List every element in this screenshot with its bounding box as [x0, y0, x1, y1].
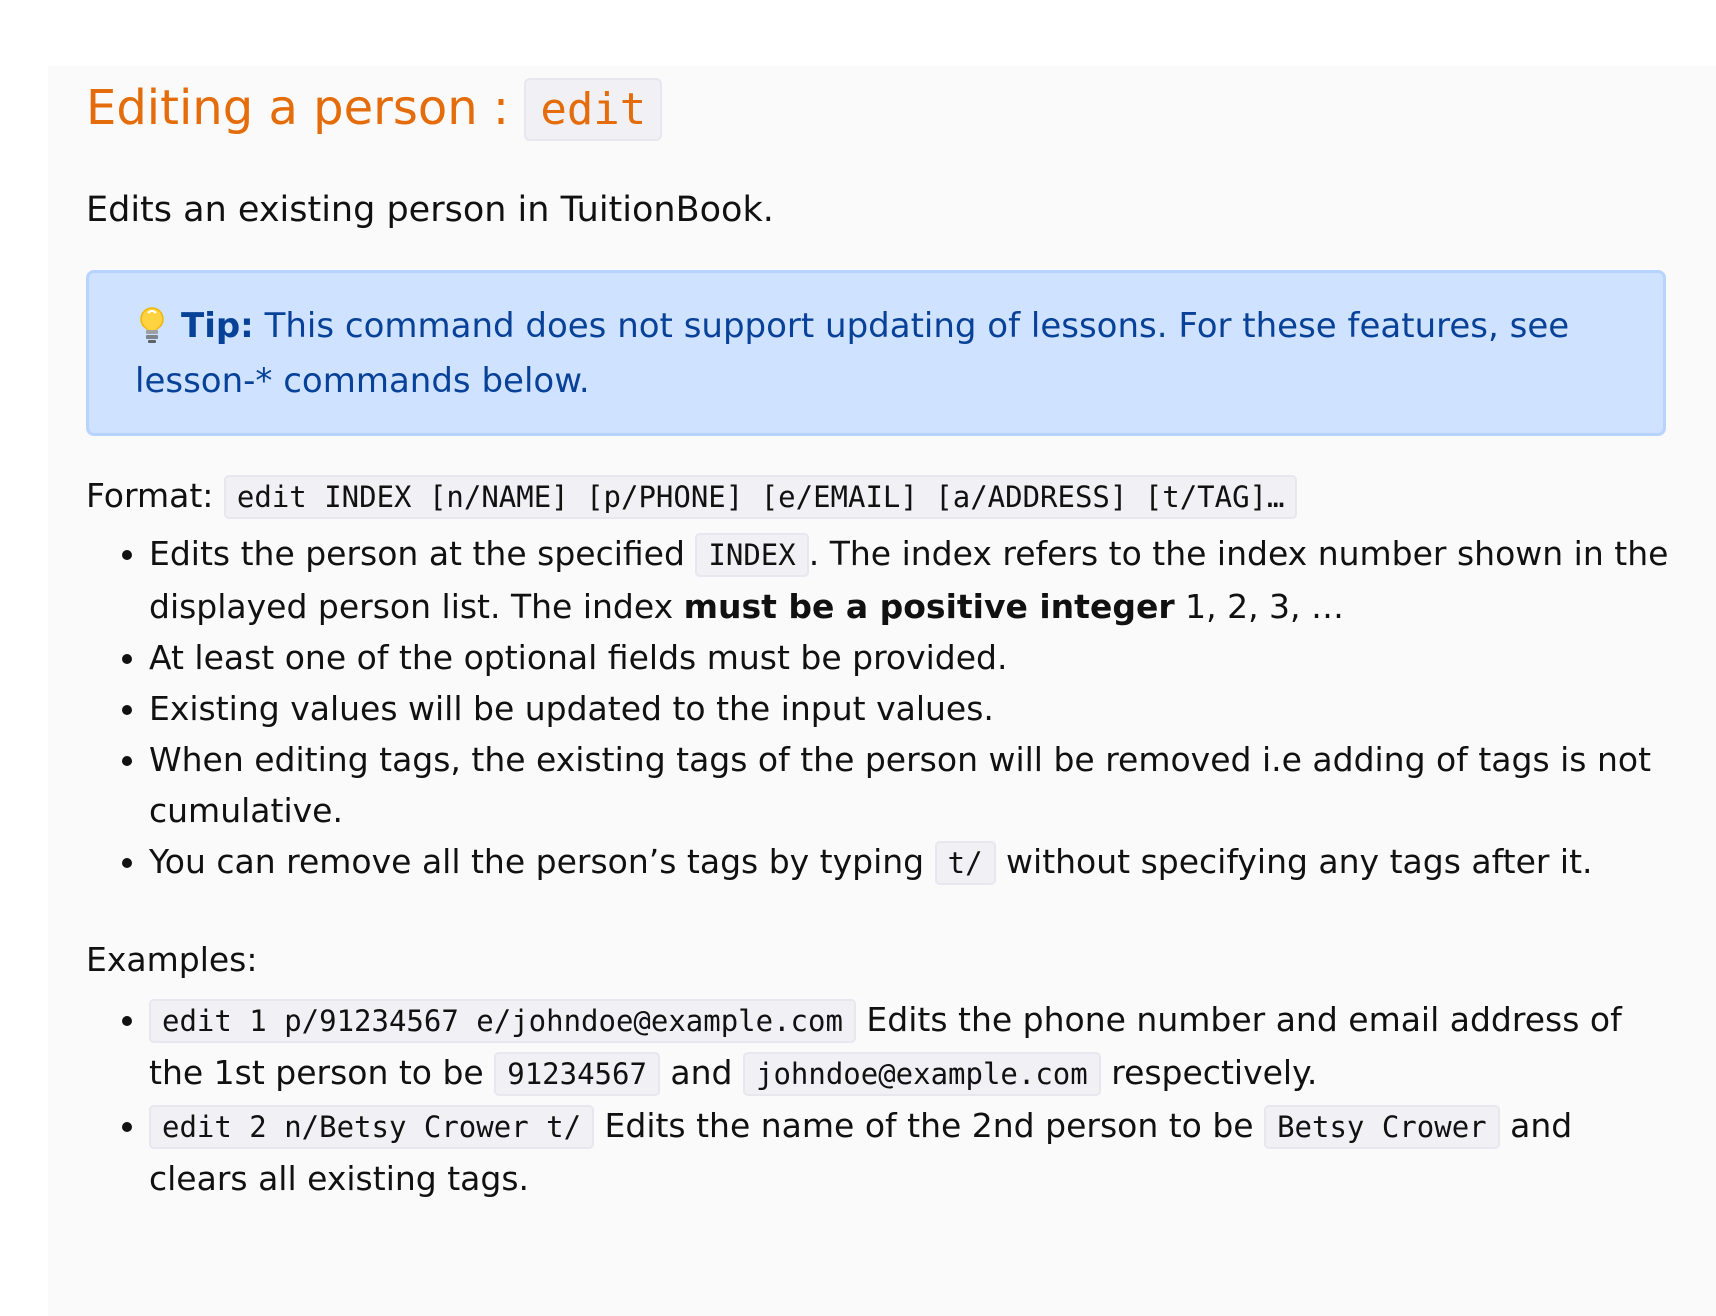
example-value-code: johndoe@example.com — [743, 1052, 1101, 1096]
document-page: Editing a person : edit Edits an existin… — [48, 66, 1716, 1316]
format-label: Format: — [86, 476, 224, 515]
rule-emphasis: must be a positive integer — [683, 587, 1175, 626]
rule-text: You can remove all the person’s tags by … — [149, 842, 935, 881]
rule-text: without specifying any tags after it. — [995, 842, 1593, 881]
list-item: At least one of the optional fields must… — [149, 632, 1669, 683]
list-item: edit 1 p/91234567 e/johndoe@example.com … — [149, 994, 1669, 1100]
tag-prefix-code: t/ — [934, 841, 996, 885]
list-item: edit 2 n/Betsy Crower t/ Edits the name … — [149, 1100, 1669, 1205]
example-command-code: edit 1 p/91234567 e/johndoe@example.com — [149, 999, 856, 1043]
lightbulb-icon — [140, 307, 164, 343]
tip-text: This command does not support updating o… — [135, 306, 1570, 401]
rules-list: Edits the person at the specified INDEX.… — [86, 528, 1669, 889]
rule-text: Edits the person at the specified — [149, 534, 696, 573]
examples-label: Examples: — [86, 940, 258, 979]
format-line: Format: edit INDEX [n/NAME] [p/PHONE] [e… — [86, 468, 1298, 525]
rule-text: 1, 2, 3, … — [1174, 587, 1345, 626]
heading-command-code: edit — [524, 78, 663, 141]
list-item: Existing values will be updated to the i… — [149, 683, 1669, 734]
format-code: edit INDEX [n/NAME] [p/PHONE] [e/EMAIL] … — [223, 475, 1298, 519]
heading-text: Editing a person : — [86, 80, 525, 136]
list-item: You can remove all the person’s tags by … — [149, 836, 1669, 889]
example-value-code: Betsy Crower — [1264, 1105, 1500, 1149]
example-text: and — [659, 1053, 743, 1092]
section-heading: Editing a person : edit — [86, 76, 663, 142]
examples-list: edit 1 p/91234567 e/johndoe@example.com … — [86, 994, 1669, 1205]
intro-text: Edits an existing person in TuitionBook. — [86, 190, 774, 230]
list-item: When editing tags, the existing tags of … — [149, 734, 1669, 836]
tip-label: Tip: — [181, 306, 254, 346]
list-item: Edits the person at the specified INDEX.… — [149, 528, 1669, 632]
index-code: INDEX — [695, 533, 809, 577]
example-command-code: edit 2 n/Betsy Crower t/ — [149, 1105, 595, 1149]
example-text: respectively. — [1100, 1053, 1318, 1092]
example-text: Edits the name of the 2nd person to be — [594, 1106, 1265, 1145]
example-value-code: 91234567 — [494, 1052, 660, 1096]
tip-callout: Tip: This command does not support updat… — [86, 270, 1666, 436]
